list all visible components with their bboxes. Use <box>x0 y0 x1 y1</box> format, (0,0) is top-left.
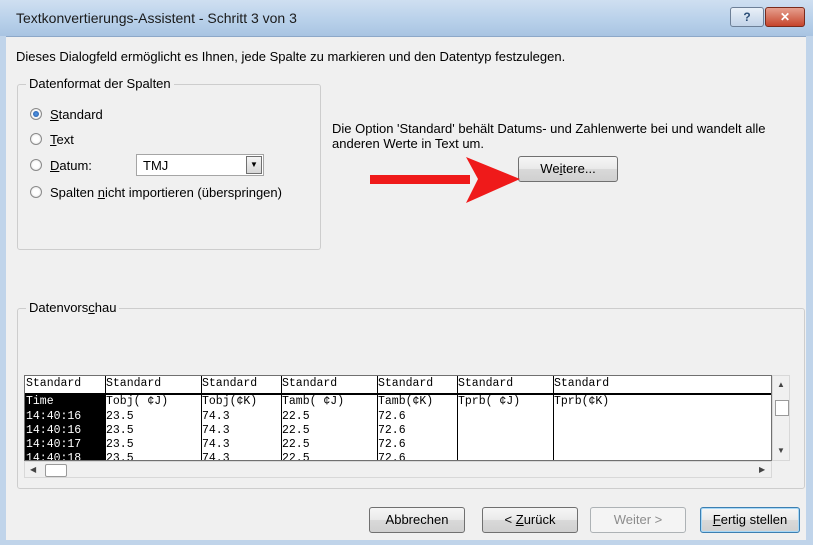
preview-cell: 14:40:16 <box>26 424 82 437</box>
preview-column-title: Tamb(¢K) <box>378 395 434 408</box>
radio-date-indicator[interactable] <box>30 159 42 171</box>
preview-column[interactable]: Standard Tprb( ¢J) <box>457 376 554 460</box>
next-button[interactable]: Weiter > <box>590 507 686 533</box>
close-button[interactable]: ✕ <box>765 7 805 27</box>
data-preview-title: Datenvorschau <box>26 300 120 315</box>
preview-column[interactable]: Standard Tamb(¢K) 72.6 72.6 72.6 72.6 <box>377 376 458 460</box>
preview-cell: 14:40:16 <box>26 410 82 423</box>
preview-column[interactable]: Standard Tobj( ¢J) 23.5 23.5 23.5 23.5 <box>105 376 202 460</box>
preview-cell: 22.5 <box>282 452 310 461</box>
radio-text-indicator[interactable] <box>30 133 42 145</box>
close-icon: ✕ <box>779 10 791 24</box>
horizontal-scrollbar[interactable]: ◀ ▶ <box>24 461 772 478</box>
date-format-value: TMJ <box>143 157 169 173</box>
scroll-down-icon[interactable]: ▼ <box>777 446 785 455</box>
preview-cell: 22.5 <box>282 410 310 423</box>
preview-cell: 23.5 <box>106 424 134 437</box>
radio-standard-label: Standard <box>50 106 103 122</box>
red-arrow-icon <box>370 157 520 203</box>
preview-column-title: Time <box>26 395 54 408</box>
finish-button[interactable]: Fertig stellen <box>700 507 800 533</box>
preview-cell: 22.5 <box>282 438 310 451</box>
preview-cell: 74.3 <box>202 452 230 461</box>
preview-column-title: Tprb(¢K) <box>554 395 610 408</box>
preview-column-title: Tobj(¢K) <box>202 395 258 408</box>
radio-skip-label: Spalten nicht importieren (überspringen) <box>50 184 282 200</box>
more-button[interactable]: Weitere... <box>518 156 618 182</box>
preview-column[interactable]: Standard Tobj(¢K) 74.3 74.3 74.3 74.3 <box>201 376 282 460</box>
preview-cell: 23.5 <box>106 438 134 451</box>
scroll-up-icon[interactable]: ▲ <box>777 380 785 389</box>
scroll-left-icon[interactable]: ◀ <box>30 465 36 474</box>
column-format-title: Datenformat der Spalten <box>26 76 174 91</box>
preview-column-header[interactable]: Standard <box>106 377 161 390</box>
preview-column-header[interactable]: Standard <box>378 377 433 390</box>
column-format-group: Datenformat der Spalten Standard Text Da… <box>17 76 321 250</box>
date-format-select[interactable]: TMJ ▼ <box>136 154 264 176</box>
radio-text[interactable]: Text <box>30 130 74 148</box>
help-button[interactable]: ? <box>730 7 764 27</box>
vertical-scroll-thumb[interactable] <box>775 400 789 416</box>
preview-column-title: Tprb( ¢J) <box>458 395 521 408</box>
cancel-button[interactable]: Abbrechen <box>369 507 465 533</box>
preview-column[interactable]: Standard Tprb(¢K) <box>553 376 771 460</box>
standard-description: Die Option 'Standard' behält Datums- und… <box>332 121 766 151</box>
preview-column[interactable]: Standard Time 14:40:16 14:40:16 14:40:17 14:4… <box>25 376 106 460</box>
preview-column[interactable]: Standard Tamb( ¢J) 22.5 22.5 22.5 22.5 <box>281 376 378 460</box>
vertical-scrollbar[interactable]: ▲ ▼ <box>772 375 790 461</box>
preview-cell: 72.6 <box>378 424 406 437</box>
preview-cell: 74.3 <box>202 424 230 437</box>
radio-text-label: Text <box>50 131 74 147</box>
preview-cell: 72.6 <box>378 438 406 451</box>
preview-column-title: Tamb( ¢J) <box>282 395 345 408</box>
preview-column-header[interactable]: Standard <box>282 377 337 390</box>
radio-standard-indicator[interactable] <box>30 108 42 120</box>
preview-cell: 74.3 <box>202 410 230 423</box>
radio-skip-indicator[interactable] <box>30 186 42 198</box>
preview-cell: 74.3 <box>202 438 230 451</box>
preview-column-header[interactable]: Standard <box>26 377 81 390</box>
window-frame-bottom <box>0 540 813 545</box>
window-frame-right <box>806 36 813 545</box>
radio-standard[interactable]: Standard <box>30 105 103 123</box>
horizontal-scroll-thumb[interactable] <box>45 464 67 477</box>
preview-cell: 14:40:18 <box>26 452 82 461</box>
radio-date-label: Datum: <box>50 157 92 173</box>
scroll-right-icon[interactable]: ▶ <box>759 465 765 474</box>
preview-grid[interactable]: Standard Time 14:40:16 14:40:16 14:40:17 14:4… <box>24 375 772 461</box>
preview-cell: 14:40:17 <box>26 438 82 451</box>
preview-cell: 72.6 <box>378 410 406 423</box>
radio-date[interactable]: Datum: TMJ ▼ <box>30 154 264 176</box>
preview-column-header[interactable]: Standard <box>202 377 257 390</box>
radio-skip[interactable]: Spalten nicht importieren (überspringen) <box>30 183 282 201</box>
preview-cell: 72.6 <box>378 452 406 461</box>
preview-cell: 22.5 <box>282 424 310 437</box>
title-bar: Textkonvertierungs-Assistent - Schritt 3… <box>0 0 813 37</box>
preview-cell: 23.5 <box>106 410 134 423</box>
preview-column-header[interactable]: Standard <box>554 377 609 390</box>
window-title: Textkonvertierungs-Assistent - Schritt 3… <box>16 10 297 26</box>
preview-column-title: Tobj( ¢J) <box>106 395 169 408</box>
back-button[interactable]: < Zurück <box>482 507 578 533</box>
help-icon: ? <box>743 10 751 24</box>
preview-cell: 23.5 <box>106 452 134 461</box>
chevron-down-icon[interactable]: ▼ <box>246 156 262 174</box>
preview-column-header[interactable]: Standard <box>458 377 513 390</box>
dialog-body: Dieses Dialogfeld ermöglicht es Ihnen, j… <box>6 37 806 540</box>
intro-text: Dieses Dialogfeld ermöglicht es Ihnen, j… <box>16 49 566 64</box>
